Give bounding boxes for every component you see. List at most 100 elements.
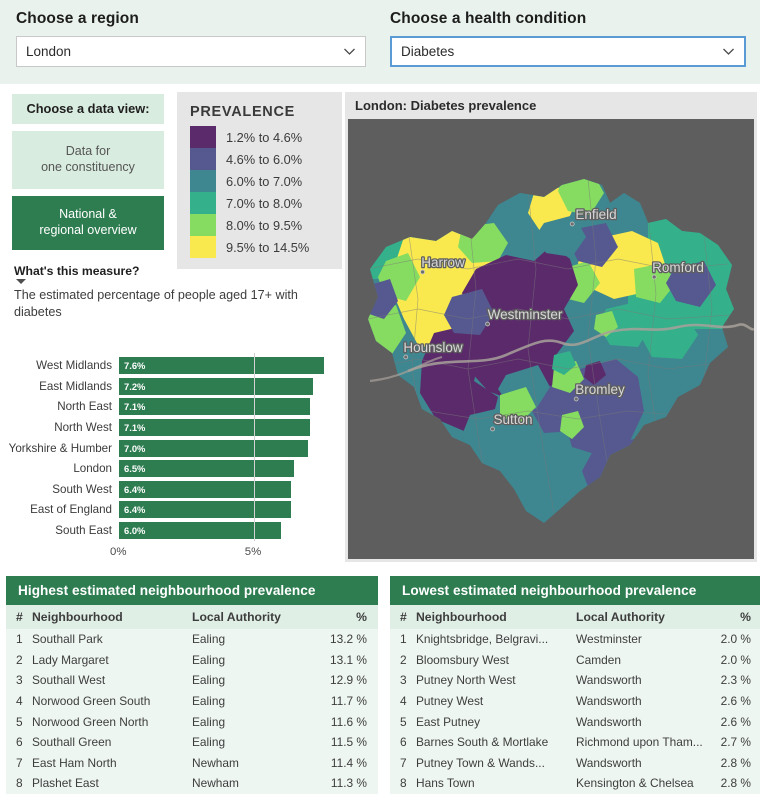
- table-row[interactable]: 3 Putney North West Wandsworth 2.3 %: [390, 670, 760, 691]
- cell-percent: 2.6 %: [720, 714, 751, 729]
- table-row[interactable]: 8 Plashet East Newham 11.3 %: [6, 773, 378, 794]
- cell-rank: 3: [400, 673, 407, 688]
- col-rank: #: [400, 610, 407, 624]
- bar-row[interactable]: London 6.5%: [0, 459, 340, 478]
- legend-row: 4.6% to 6.0%: [190, 148, 342, 170]
- condition-select[interactable]: Diabetes: [390, 36, 746, 67]
- cell-rank: 6: [16, 735, 23, 750]
- cell-local-authority: Ealing: [192, 694, 226, 709]
- bar-value-label: 6.4%: [124, 504, 146, 516]
- col-local-authority: Local Authority: [192, 610, 281, 624]
- col-neighbourhood: Neighbourhood: [32, 610, 123, 624]
- table-row[interactable]: 8 Hans Town Kensington & Chelsea 2.8 %: [390, 773, 760, 794]
- data-view-national-overview[interactable]: National & regional overview: [12, 196, 164, 250]
- bar-category-label: South East: [55, 523, 112, 537]
- map-place-dot: [485, 321, 490, 327]
- table-row[interactable]: 5 Norwood Green North Ealing 11.6 %: [6, 711, 378, 732]
- regional-prevalence-bar-chart: West Midlands 7.6% East Midlands 7.2% North …: [0, 353, 340, 564]
- bar-row[interactable]: East of England 6.4%: [0, 500, 340, 519]
- map-place-dot: [651, 274, 657, 280]
- table-row[interactable]: 4 Putney West Wandsworth 2.6 %: [390, 691, 760, 712]
- cell-rank: 7: [16, 755, 23, 770]
- region-label: Choose a region: [16, 10, 139, 27]
- legend-swatch: [190, 148, 216, 170]
- prevalence-legend: PREVALENCE 1.2% to 4.6% 4.6% to 6.0% 6.0% …: [177, 92, 342, 269]
- cell-percent: 2.0 %: [720, 652, 751, 667]
- cell-neighbourhood: Plashet East: [32, 776, 99, 791]
- chart-rows: West Midlands 7.6% East Midlands 7.2% North …: [0, 356, 340, 540]
- map-place-dot: [490, 426, 495, 432]
- cell-rank: 2: [16, 652, 23, 667]
- legend-swatch: [190, 214, 216, 236]
- map-place-label: Bromley: [575, 382, 625, 397]
- data-view-one-constituency[interactable]: Data for one constituency: [12, 131, 164, 189]
- table-rows: 1 Knightsbridge, Belgravi... Westminster 2.…: [390, 629, 760, 794]
- cell-rank: 1: [16, 632, 23, 647]
- table-row[interactable]: 4 Norwood Green South Ealing 11.7 %: [6, 691, 378, 712]
- bar-row[interactable]: South East 6.0%: [0, 521, 340, 540]
- cell-percent: 2.8 %: [720, 776, 751, 791]
- bar-category-label: North East: [57, 400, 112, 414]
- bar-value-label: 7.0%: [124, 442, 146, 454]
- bar-row[interactable]: South West 6.4%: [0, 479, 340, 498]
- axis-tick-label: 5%: [244, 546, 262, 559]
- table-row[interactable]: 6 Barnes South & Mortlake Richmond upon Th…: [390, 732, 760, 753]
- bar-row[interactable]: East Midlands 7.2%: [0, 377, 340, 396]
- condition-selector-group: Choose a health condition Diabetes: [380, 0, 760, 84]
- bar-row[interactable]: West Midlands 7.6%: [0, 356, 340, 375]
- table-row[interactable]: 1 Southall Park Ealing 13.2 %: [6, 629, 378, 650]
- cell-neighbourhood: Putney North West: [416, 673, 516, 688]
- table-row[interactable]: 7 East Ham North Newham 11.4 %: [6, 753, 378, 774]
- cell-local-authority: Wandsworth: [576, 714, 642, 729]
- cell-local-authority: Wandsworth: [576, 694, 642, 709]
- caret-down-icon: [16, 279, 26, 284]
- bar-fill: 6.4%: [119, 501, 292, 519]
- map-place-label: Romford: [652, 260, 704, 275]
- table-row[interactable]: 2 Lady Margaret Ealing 13.1 %: [6, 650, 378, 671]
- table-row[interactable]: 3 Southall West Ealing 12.9 %: [6, 670, 378, 691]
- legend-swatch: [190, 126, 216, 148]
- cell-percent: 13.1 %: [329, 652, 367, 667]
- cell-rank: 7: [400, 755, 407, 770]
- cell-local-authority: Newham: [192, 776, 239, 791]
- bar-fill: 7.6%: [119, 357, 324, 375]
- region-select[interactable]: London: [16, 36, 366, 67]
- bar-row[interactable]: North East 7.1%: [0, 397, 340, 416]
- bar-row[interactable]: North West 7.1%: [0, 418, 340, 437]
- legend-row: 1.2% to 4.6%: [190, 126, 342, 148]
- map-place-dot: [420, 269, 425, 275]
- cell-rank: 1: [400, 632, 407, 647]
- bar-value-label: 7.6%: [124, 360, 146, 372]
- choropleth-map[interactable]: Enfield Harrow Romford Westminster Hounslow B…: [348, 119, 754, 559]
- table-row[interactable]: 2 Bloomsbury West Camden 2.0 %: [390, 650, 760, 671]
- cell-neighbourhood: Southall Green: [32, 735, 112, 750]
- cell-neighbourhood: Knightsbridge, Belgravi...: [416, 632, 549, 647]
- bar-row[interactable]: Yorkshire & Humber 7.0%: [0, 438, 340, 457]
- bar-value-label: 6.4%: [124, 483, 146, 495]
- bar-category-label: Yorkshire & Humber: [8, 441, 112, 455]
- table-lowest-prevalence: Lowest estimated neighbourhood prevalenc…: [390, 576, 760, 794]
- table-row[interactable]: 1 Knightsbridge, Belgravi... Westminster 2.…: [390, 629, 760, 650]
- col-local-authority: Local Authority: [576, 610, 665, 624]
- legend-row: 7.0% to 8.0%: [190, 192, 342, 214]
- table-title: Lowest estimated neighbourhood prevalenc…: [390, 576, 760, 605]
- cell-rank: 8: [16, 776, 23, 791]
- cell-neighbourhood: Hans Town: [416, 776, 475, 791]
- map-title: London: Diabetes prevalence: [355, 98, 537, 113]
- chevron-down-icon: [722, 45, 735, 58]
- table-row[interactable]: 5 East Putney Wandsworth 2.6 %: [390, 711, 760, 732]
- table-rows: 1 Southall Park Ealing 13.2 % 2 Lady Margaret…: [6, 629, 378, 794]
- table-row[interactable]: 7 Putney Town & Wands... Wandsworth 2.8 %: [390, 753, 760, 774]
- table-header-row: # Neighbourhood Local Authority %: [390, 605, 760, 629]
- cell-neighbourhood: East Ham North: [32, 755, 117, 770]
- legend-label: 1.2% to 4.6%: [226, 129, 303, 145]
- cell-local-authority: Camden: [576, 652, 621, 667]
- map-place-dot: [569, 221, 575, 227]
- table-row[interactable]: 6 Southall Green Ealing 11.5 %: [6, 732, 378, 753]
- cell-percent: 2.0 %: [720, 632, 751, 647]
- bar-fill: 7.1%: [119, 398, 311, 416]
- cell-rank: 5: [400, 714, 407, 729]
- region-select-value: London: [26, 44, 72, 59]
- cell-neighbourhood: Norwood Green North: [32, 714, 149, 729]
- cell-neighbourhood: Barnes South & Mortlake: [416, 735, 549, 750]
